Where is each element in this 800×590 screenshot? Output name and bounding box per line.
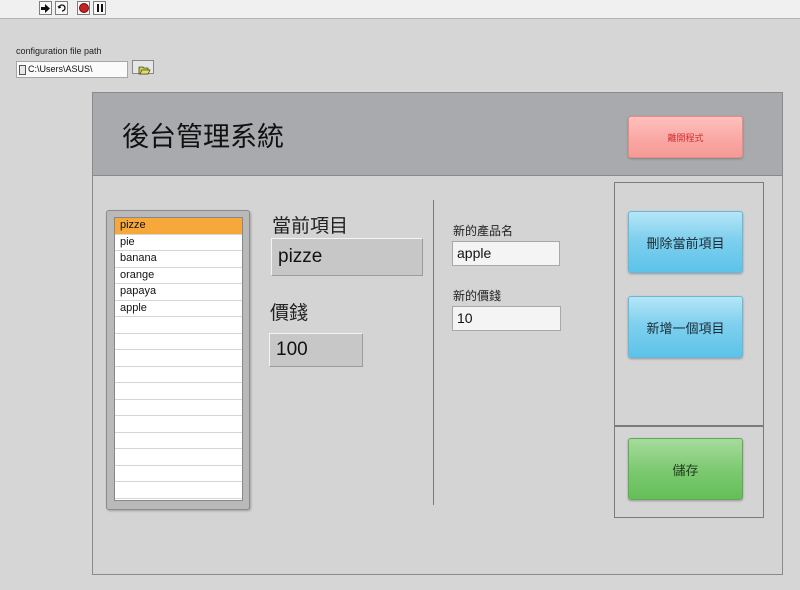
list-item[interactable]: orange xyxy=(115,268,242,284)
empty-list-row[interactable] xyxy=(115,400,242,416)
empty-list-row[interactable] xyxy=(115,416,242,433)
config-path-input[interactable]: C:\Users\ASUS\ xyxy=(16,61,128,78)
abort-stop-icon[interactable] xyxy=(77,1,90,15)
empty-list-row[interactable] xyxy=(115,449,242,466)
empty-list-row[interactable] xyxy=(115,334,242,350)
config-path-label: configuration file path xyxy=(16,46,102,56)
new-price-input[interactable]: 10 xyxy=(452,306,561,331)
save-button[interactable]: 儲存 xyxy=(628,438,743,500)
list-item[interactable]: papaya xyxy=(115,284,242,301)
new-price-label: 新的價錢 xyxy=(453,289,502,303)
delete-item-button[interactable]: 刪除當前項目 xyxy=(628,211,743,273)
new-name-input[interactable]: apple xyxy=(452,241,560,266)
price-label: 價錢 xyxy=(270,302,309,324)
empty-list-row[interactable] xyxy=(115,466,242,482)
add-item-button[interactable]: 新增一個項目 xyxy=(628,296,743,358)
product-listbox[interactable]: pizze pie banana orange papaya apple xyxy=(114,217,243,501)
empty-list-row[interactable] xyxy=(115,383,242,400)
list-item[interactable]: apple xyxy=(115,301,242,317)
config-path-value: C:\Users\ASUS\ xyxy=(28,64,93,74)
path-type-icon xyxy=(19,65,26,75)
current-item-indicator: pizze xyxy=(271,238,423,276)
current-item-label: 當前項目 xyxy=(272,215,349,237)
page-title: 後台管理系統 xyxy=(122,122,284,153)
price-indicator: 100 xyxy=(269,333,363,367)
empty-list-row[interactable] xyxy=(115,482,242,499)
empty-list-row[interactable] xyxy=(115,367,242,383)
list-item[interactable]: banana xyxy=(115,251,242,268)
browse-button[interactable] xyxy=(132,60,154,75)
empty-list-row[interactable] xyxy=(115,433,242,449)
list-item[interactable]: pie xyxy=(115,235,242,251)
run-toolbar xyxy=(0,0,800,19)
empty-list-row[interactable] xyxy=(115,317,242,334)
new-name-label: 新的產品名 xyxy=(453,224,514,238)
folder-open-icon xyxy=(138,66,151,75)
run-continuously-icon[interactable] xyxy=(55,1,68,15)
run-arrow-icon[interactable] xyxy=(39,1,52,15)
pause-icon[interactable] xyxy=(93,1,106,15)
empty-list-row[interactable] xyxy=(115,350,242,367)
vertical-divider xyxy=(433,200,434,505)
exit-program-button[interactable]: 離開程式 xyxy=(628,116,743,158)
list-item[interactable]: pizze xyxy=(115,218,242,235)
